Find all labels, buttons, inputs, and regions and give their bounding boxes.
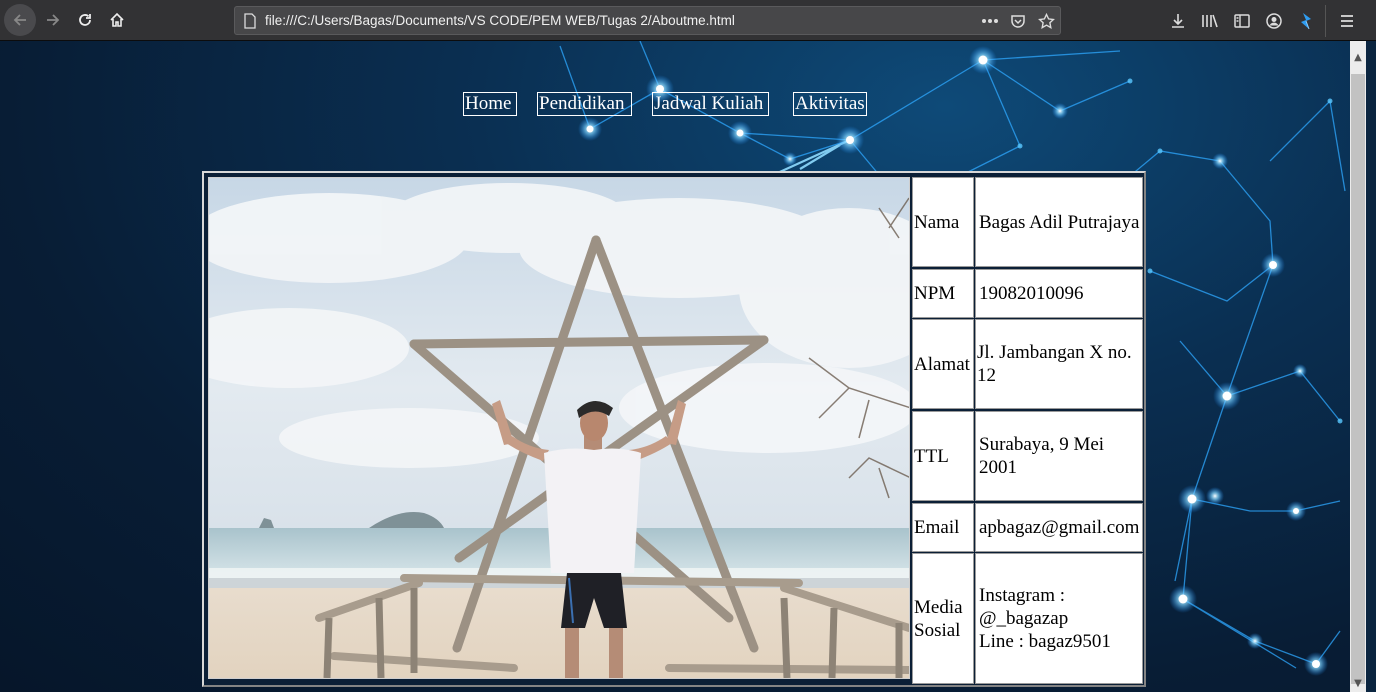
back-icon <box>13 14 26 26</box>
extension-button[interactable] <box>1295 10 1317 32</box>
label-npm: NPM <box>912 269 974 318</box>
home-icon <box>110 12 124 27</box>
menu-icon <box>1341 15 1353 27</box>
nav-link-jadwal-kuliah[interactable]: Jadwal Kuliah <box>652 92 769 116</box>
profile-table: Nama Bagas Adil Putrajaya NPM 1908201009… <box>202 171 1146 687</box>
nav-link-pendidikan[interactable]: Pendidikan <box>537 92 632 116</box>
nav-link-home[interactable]: Home <box>463 92 517 116</box>
extension-icon <box>1301 13 1311 30</box>
home-button[interactable] <box>101 4 133 36</box>
page-scrollbar[interactable]: ▲ ▼ <box>1350 41 1366 692</box>
scroll-down-arrow-icon[interactable]: ▼ <box>1350 674 1366 692</box>
value-media-sosial: Instagram : @_bagazap Line : bagaz9501 <box>975 553 1143 684</box>
value-email: apbagaz@gmail.com <box>975 503 1143 552</box>
value-nama: Bagas Adil Putrajaya <box>975 177 1143 267</box>
download-icon <box>1172 14 1184 28</box>
scroll-thumb[interactable] <box>1351 74 1365 684</box>
instagram-label: Instagram : <box>979 585 1066 606</box>
label-nama: Nama <box>912 177 974 267</box>
reload-icon <box>79 14 91 26</box>
url-text[interactable]: file:///C:/Users/Bagas/Documents/VS CODE… <box>265 13 735 28</box>
downloads-button[interactable] <box>1167 10 1189 32</box>
pocket-button[interactable] <box>1008 12 1028 30</box>
reload-button[interactable] <box>69 4 101 36</box>
page-viewport: Home Pendidikan Jadwal Kuliah Aktivitas <box>0 41 1350 692</box>
instagram-handle: @_bagazap <box>979 608 1069 629</box>
more-icon <box>982 19 998 23</box>
value-ttl: Surabaya, 9 Mei 2001 <box>975 411 1143 501</box>
account-button[interactable] <box>1263 10 1285 32</box>
toolbar-separator <box>1325 5 1326 37</box>
forward-button[interactable] <box>37 4 69 36</box>
nav-menu: Home Pendidikan Jadwal Kuliah Aktivitas <box>0 92 1350 118</box>
page-icon <box>244 13 256 29</box>
forward-icon <box>47 14 60 26</box>
bookmark-button[interactable] <box>1036 12 1056 30</box>
profile-photo <box>208 177 910 679</box>
scroll-up-arrow-icon[interactable]: ▲ <box>1350 41 1366 73</box>
value-npm: 19082010096 <box>975 269 1143 318</box>
library-icon <box>1202 14 1218 28</box>
bookmark-star-icon <box>1037 12 1055 29</box>
label-media-sosial: Media Sosial <box>912 553 974 684</box>
line-id: Line : bagaz9501 <box>979 631 1111 652</box>
sidebar-icon <box>1234 14 1250 28</box>
back-button[interactable] <box>4 4 36 36</box>
label-alamat: Alamat <box>912 319 974 409</box>
browser-toolbar: file:///C:/Users/Bagas/Documents/VS CODE… <box>0 0 1376 41</box>
url-bar[interactable]: file:///C:/Users/Bagas/Documents/VS CODE… <box>234 6 1061 35</box>
page-actions-button[interactable] <box>980 12 1000 30</box>
label-ttl: TTL <box>912 411 974 501</box>
library-button[interactable] <box>1199 10 1221 32</box>
pocket-icon <box>1011 15 1025 28</box>
label-email: Email <box>912 503 974 552</box>
profile-photo-image <box>209 178 909 678</box>
account-icon <box>1266 13 1282 29</box>
sidebar-button[interactable] <box>1231 10 1253 32</box>
value-alamat: Jl. Jambangan X no. 12 <box>975 319 1143 409</box>
menu-button[interactable] <box>1336 10 1358 32</box>
nav-link-aktivitas[interactable]: Aktivitas <box>793 92 867 116</box>
